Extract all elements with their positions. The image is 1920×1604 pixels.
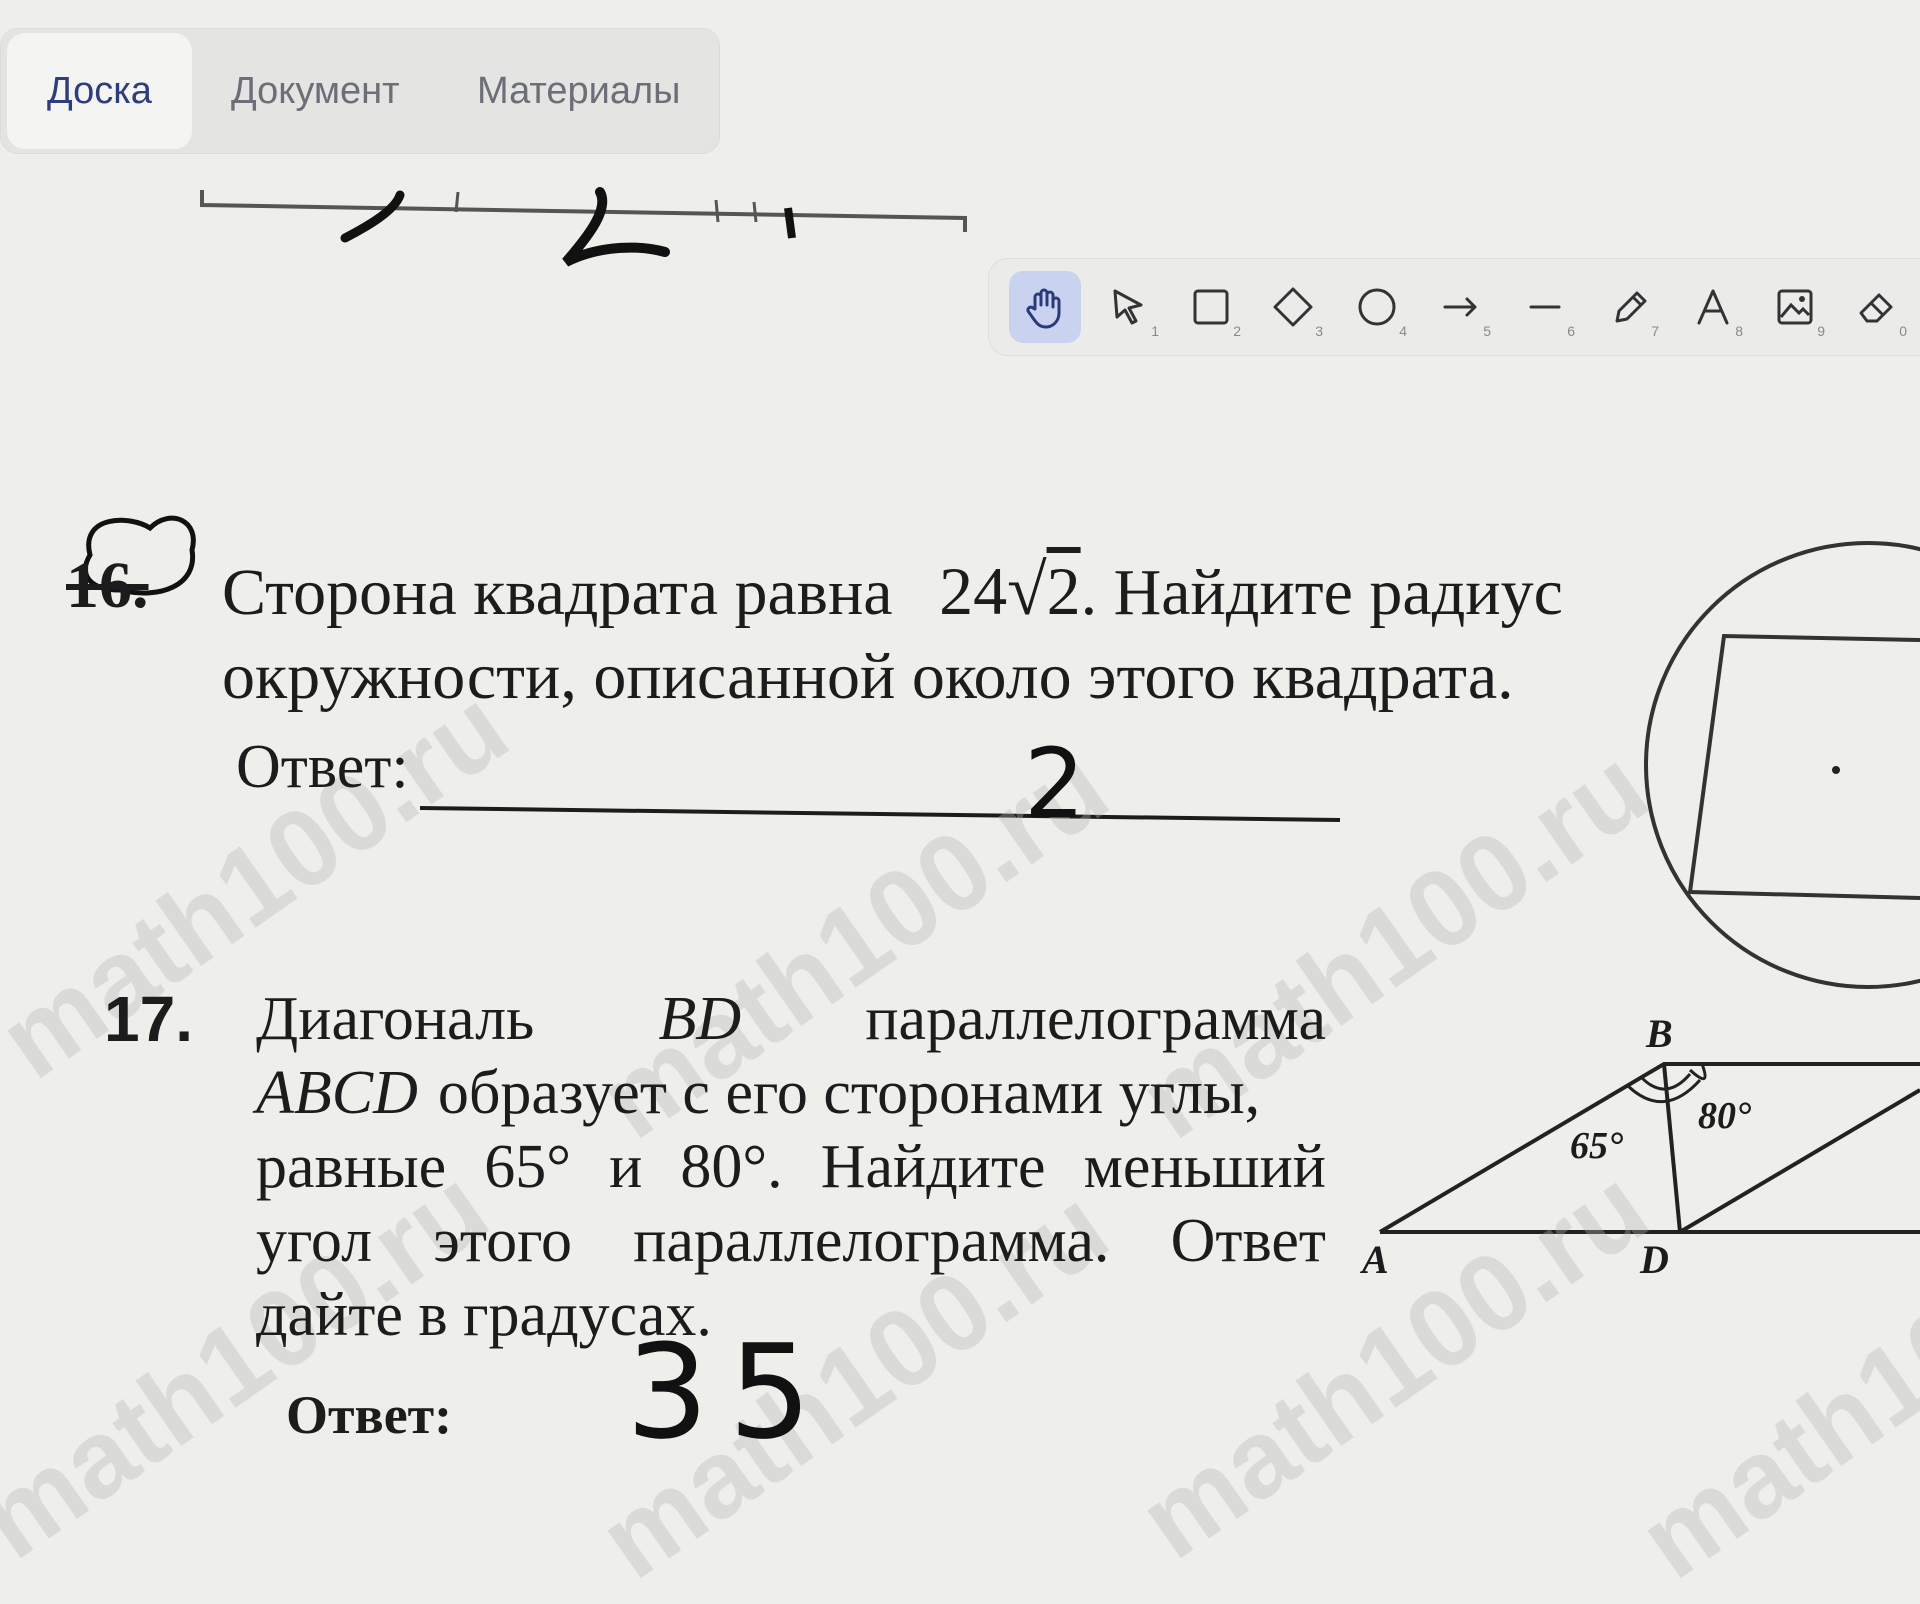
- problem-16-line1b: . Найдите радиус: [1080, 556, 1563, 629]
- image-tool[interactable]: 9: [1759, 271, 1831, 343]
- square-figure: [1687, 633, 1920, 900]
- vertex-label-d: D: [1640, 1237, 1669, 1282]
- tab-board[interactable]: Доска: [7, 33, 192, 149]
- handwritten-answer-17: 35: [626, 1316, 832, 1468]
- hand-tool[interactable]: [1009, 271, 1081, 343]
- line-tool[interactable]: 6: [1509, 271, 1581, 343]
- diamond-icon: [1273, 287, 1313, 327]
- select-tool[interactable]: 1: [1093, 271, 1165, 343]
- arrow-icon: [1443, 297, 1477, 317]
- vertex-label-a: A: [1362, 1237, 1389, 1282]
- eraser-tool[interactable]: 0: [1841, 271, 1913, 343]
- handwritten-stroke: [340, 190, 405, 243]
- answer-line: [419, 806, 1341, 822]
- image-icon: [1777, 289, 1813, 325]
- hand-icon: [1026, 288, 1061, 329]
- problem-17-answer-label: Ответ:: [286, 1385, 453, 1445]
- problem-16-line1: Сторона квадрата равна: [222, 556, 893, 629]
- select-arrow-icon: [1113, 289, 1143, 325]
- eraser-icon: [1859, 293, 1893, 323]
- formula: 24√2: [939, 550, 1081, 630]
- handwritten-stroke: [562, 187, 670, 267]
- parallelogram-figure: [1378, 1062, 1920, 1234]
- circle-tool[interactable]: 4: [1341, 271, 1413, 343]
- pencil-tool[interactable]: 7: [1593, 271, 1665, 343]
- line-icon: [1529, 305, 1561, 309]
- drawing-toolbar: 1 2 3 4 5 6 7 8 9 0: [988, 258, 1920, 356]
- problem-16-answer-label: Ответ:: [236, 733, 409, 801]
- problem-16-line2: окружности, описанной около этого квадра…: [222, 640, 1514, 713]
- view-tabs: Доска Документ Материалы: [0, 28, 720, 154]
- problem-16-text: Сторона квадрата равна 24√2. Найдите рад…: [222, 548, 1563, 719]
- handwritten-answer-16: 2: [1024, 728, 1086, 840]
- circle-icon: [1358, 288, 1396, 326]
- circle-figure: [1644, 541, 1920, 989]
- problem-16-number: 16.: [66, 549, 149, 622]
- diamond-tool[interactable]: 3: [1257, 271, 1329, 343]
- angle-label-80: 80°: [1698, 1095, 1752, 1137]
- tab-materials[interactable]: Материалы: [437, 29, 720, 153]
- problem-17-text: Диагональ BD параллелограмма ABCD образу…: [256, 985, 1326, 1349]
- vertex-label-b: B: [1646, 1011, 1673, 1056]
- rectangle-icon: [1193, 289, 1229, 325]
- number-line: [200, 190, 967, 232]
- arrow-tool[interactable]: 5: [1425, 271, 1497, 343]
- problem-17-number: 17.: [104, 983, 193, 1055]
- tab-document[interactable]: Документ: [191, 29, 440, 153]
- text-tool[interactable]: 8: [1677, 271, 1749, 343]
- angle-label-65: 65°: [1570, 1125, 1624, 1167]
- pencil-icon: [1615, 291, 1647, 323]
- rectangle-tool[interactable]: 2: [1175, 271, 1247, 343]
- text-icon: [1697, 289, 1729, 325]
